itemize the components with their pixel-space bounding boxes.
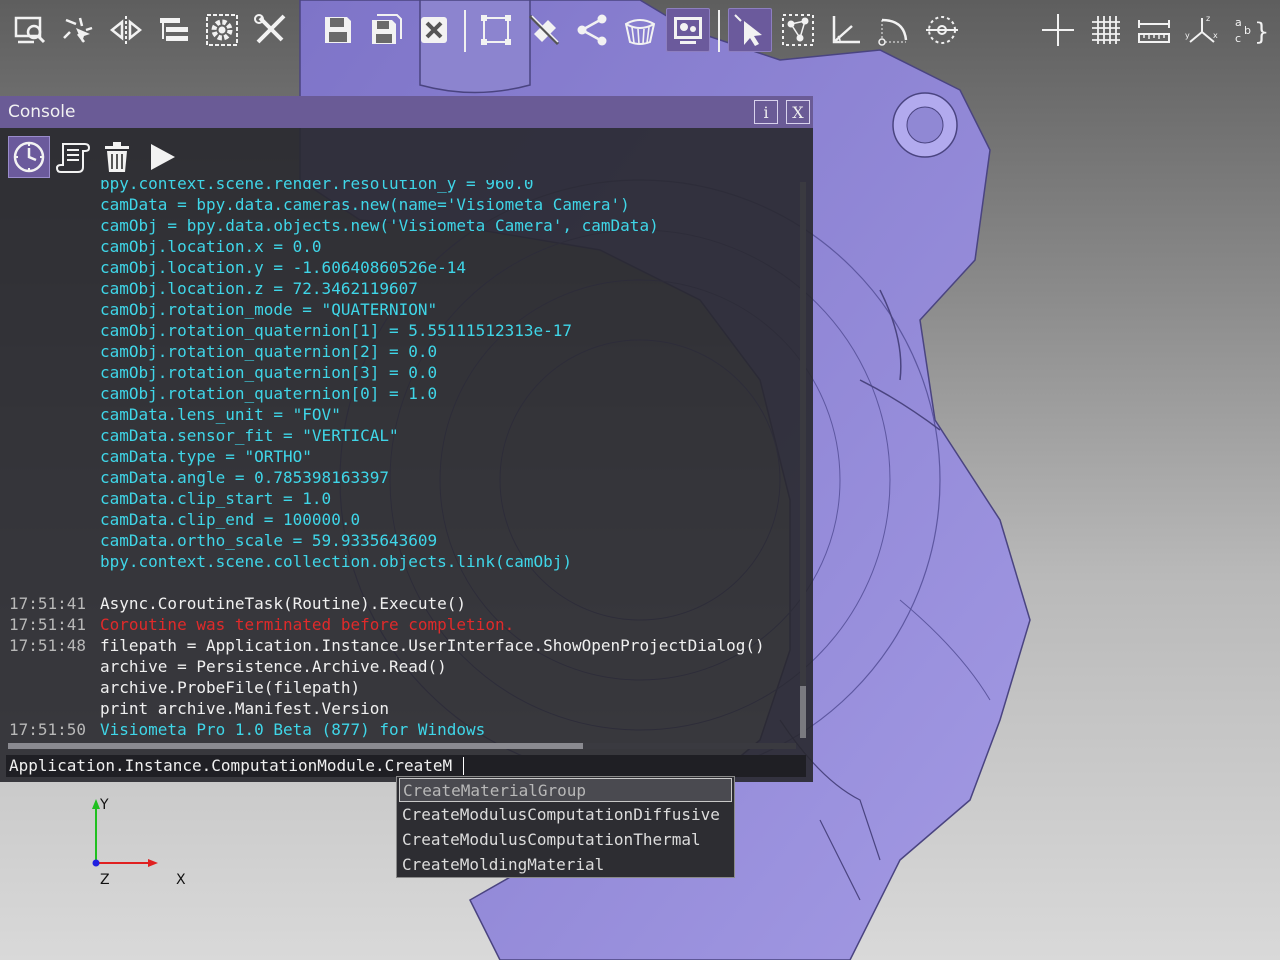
save-all-icon[interactable] bbox=[364, 8, 408, 52]
axis-gizmo: Y Z X bbox=[80, 795, 200, 895]
info-icon: i bbox=[763, 102, 769, 122]
ruler-icon[interactable] bbox=[1132, 8, 1176, 52]
save-icon[interactable] bbox=[316, 8, 360, 52]
script-braces-icon[interactable]: a c b} bbox=[1228, 8, 1272, 52]
command-input[interactable] bbox=[6, 755, 806, 777]
log-text: camData.clip_start = 1.0 bbox=[100, 489, 332, 508]
hierarchy-icon[interactable] bbox=[152, 8, 196, 52]
log-text: camData.lens_unit = "FOV" bbox=[100, 405, 341, 424]
log-timestamp: 17:51:41 bbox=[9, 615, 87, 634]
y-axis-label: Y bbox=[100, 797, 109, 813]
console-icon[interactable] bbox=[8, 8, 52, 52]
horizontal-scrollbar-thumb[interactable] bbox=[8, 743, 583, 749]
axes-icon[interactable] bbox=[824, 8, 868, 52]
svg-text:z: z bbox=[1206, 14, 1210, 23]
run-button[interactable] bbox=[140, 136, 182, 178]
main-toolbar: z y x a c b} bbox=[0, 0, 1280, 62]
svg-text:c: c bbox=[1235, 32, 1241, 45]
log-text: camData.angle = 0.785398163397 bbox=[100, 468, 389, 487]
computation-icon[interactable] bbox=[666, 8, 710, 52]
svg-text:b: b bbox=[1244, 24, 1251, 37]
log-timestamp: 17:51:41 bbox=[9, 594, 87, 613]
console-title-bar[interactable]: Console bbox=[0, 96, 813, 128]
log-text: Coroutine was terminated before completi… bbox=[100, 615, 515, 634]
close-icon: X bbox=[792, 102, 804, 122]
close-button[interactable]: X bbox=[786, 100, 810, 124]
log-text: archive.ProbeFile(filepath) bbox=[100, 678, 361, 697]
toolbar-separator bbox=[464, 10, 466, 52]
run-play-icon bbox=[151, 144, 175, 170]
svg-text:}: } bbox=[1254, 18, 1268, 46]
autocomplete-item[interactable]: CreateMaterialGroup bbox=[399, 778, 732, 802]
clear-button[interactable] bbox=[96, 136, 138, 178]
log-text: bpy.context.scene.render.resolution_y = … bbox=[100, 180, 534, 193]
share-icon[interactable] bbox=[570, 8, 614, 52]
log-text: camData.ortho_scale = 59.9335643609 bbox=[100, 531, 438, 550]
log-text: camObj.rotation_quaternion[0] = 1.0 bbox=[100, 384, 438, 403]
log-text: Visiometa Pro 1.0 Beta (877) for Windows bbox=[100, 720, 486, 739]
log-text: camData = bpy.data.cameras.new(name='Vis… bbox=[100, 195, 630, 214]
bounding-box-icon[interactable] bbox=[474, 8, 518, 52]
z-axis-label: Z bbox=[100, 872, 110, 888]
log-text: camObj.rotation_quaternion[3] = 0.0 bbox=[100, 363, 438, 382]
x-axis-label: X bbox=[176, 872, 186, 888]
log-timestamp: 17:51:48 bbox=[9, 636, 87, 655]
vertical-scrollbar[interactable] bbox=[800, 182, 806, 738]
autocomplete-dropdown: CreateMaterialGroup CreateModulusComputa… bbox=[396, 776, 735, 878]
log-text: filepath = Application.Instance.UserInte… bbox=[100, 636, 765, 655]
coordinate-system-icon[interactable]: z y x bbox=[1180, 8, 1224, 52]
log-text: print archive.Manifest.Version bbox=[100, 699, 389, 718]
autocomplete-item[interactable]: CreateModulusComputationDiffusive bbox=[399, 803, 732, 827]
log-text: camObj.location.x = 0.0 bbox=[100, 237, 322, 256]
log-text: camData.clip_end = 100000.0 bbox=[100, 510, 361, 529]
svg-text:y: y bbox=[1185, 31, 1190, 40]
close-document-icon[interactable] bbox=[412, 8, 456, 52]
autocomplete-item[interactable]: CreateModulusComputationThermal bbox=[399, 828, 732, 852]
select-region-icon[interactable] bbox=[56, 8, 100, 52]
console-panel: Console i X bpy.context.scene.render.res… bbox=[0, 96, 813, 782]
tools-icon[interactable] bbox=[248, 8, 292, 52]
autocomplete-item[interactable]: CreateMoldingMaterial bbox=[399, 853, 732, 877]
history-button[interactable] bbox=[8, 136, 50, 178]
log-text: camObj.rotation_quaternion[1] = 5.551115… bbox=[100, 321, 573, 340]
grid-icon[interactable] bbox=[1084, 8, 1128, 52]
arc-icon[interactable] bbox=[872, 8, 916, 52]
log-text: camData.type = "ORTHO" bbox=[100, 447, 312, 466]
text-caret bbox=[463, 757, 464, 775]
script-button[interactable] bbox=[52, 136, 94, 178]
script-scroll-icon bbox=[55, 143, 91, 173]
history-clock-icon bbox=[13, 141, 45, 173]
log-text: Async.CoroutineTask(Routine).Execute() bbox=[100, 594, 467, 613]
console-title: Console bbox=[8, 102, 76, 122]
toolbar-separator bbox=[718, 10, 720, 52]
info-button[interactable]: i bbox=[754, 100, 778, 124]
log-text: camObj = bpy.data.objects.new('Visiometa… bbox=[100, 216, 659, 235]
svg-text:x: x bbox=[1213, 31, 1218, 40]
horizontal-scrollbar[interactable] bbox=[8, 743, 796, 749]
mesh-icon[interactable] bbox=[618, 8, 662, 52]
log-timestamp: 17:51:50 bbox=[9, 720, 87, 739]
vertical-scrollbar-thumb[interactable] bbox=[800, 686, 806, 738]
log-text: bpy.context.scene.collection.objects.lin… bbox=[100, 552, 573, 571]
trash-icon bbox=[105, 142, 129, 172]
crosshair-icon[interactable] bbox=[1036, 8, 1080, 52]
log-text: camObj.rotation_quaternion[2] = 0.0 bbox=[100, 342, 438, 361]
log-text: camData.sensor_fit = "VERTICAL" bbox=[100, 426, 399, 445]
settings-gear-icon[interactable] bbox=[200, 8, 244, 52]
svg-text:a: a bbox=[1235, 16, 1242, 29]
log-text: camObj.location.z = 72.3462119607 bbox=[100, 279, 418, 298]
log-text: camObj.location.y = -1.60640860526e-14 bbox=[100, 258, 467, 277]
mirror-icon[interactable] bbox=[104, 8, 148, 52]
section-icon[interactable] bbox=[920, 8, 964, 52]
console-log[interactable]: bpy.context.scene.render.resolution_y = … bbox=[0, 180, 798, 740]
log-text: archive = Persistence.Archive.Read() bbox=[100, 657, 447, 676]
hide-icon[interactable] bbox=[522, 8, 566, 52]
pointer-icon[interactable] bbox=[728, 8, 772, 52]
node-select-icon[interactable] bbox=[776, 8, 820, 52]
log-text: camObj.rotation_mode = "QUATERNION" bbox=[100, 300, 438, 319]
